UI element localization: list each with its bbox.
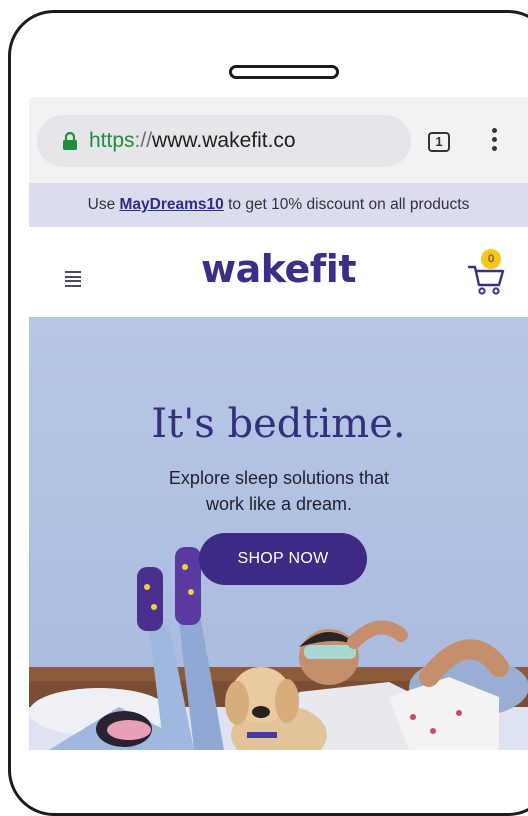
lock-icon bbox=[63, 131, 77, 150]
cart-count-badge: 0 bbox=[481, 249, 501, 269]
address-bar[interactable]: https://www.wakefit.co bbox=[37, 115, 411, 167]
promo-suffix: to get 10% discount on all products bbox=[223, 196, 470, 213]
url-text[interactable]: https://www.wakefit.co bbox=[89, 129, 296, 153]
phone-speaker bbox=[229, 65, 339, 79]
menu-icon[interactable] bbox=[492, 128, 498, 156]
hero-title: It's bedtime. bbox=[151, 401, 406, 447]
hero-banner: It's bedtime. Explore sleep solutions th… bbox=[29, 317, 528, 750]
tabs-icon[interactable]: 1 bbox=[428, 132, 450, 152]
promo-code[interactable]: MayDreams10 bbox=[120, 196, 224, 213]
url-host: www.wakefit.co bbox=[152, 129, 296, 152]
url-separator: :// bbox=[134, 129, 153, 152]
shop-now-button[interactable]: SHOP NOW bbox=[199, 533, 367, 585]
promo-prefix: Use bbox=[87, 196, 120, 213]
wakefit-logo[interactable]: wakefit bbox=[29, 247, 528, 291]
promo-banner: Use MayDreams10 to get 10% discount on a… bbox=[29, 183, 528, 227]
site-header: wakefit 0 bbox=[29, 227, 528, 317]
url-scheme: https bbox=[89, 129, 135, 152]
hero-subtitle: Explore sleep solutions that work like a… bbox=[168, 468, 390, 514]
browser-chrome: https://www.wakefit.co 1 bbox=[29, 97, 528, 183]
tab-count: 1 bbox=[435, 134, 443, 149]
phone-screen: https://www.wakefit.co 1 Use MayDreams10… bbox=[29, 97, 528, 750]
